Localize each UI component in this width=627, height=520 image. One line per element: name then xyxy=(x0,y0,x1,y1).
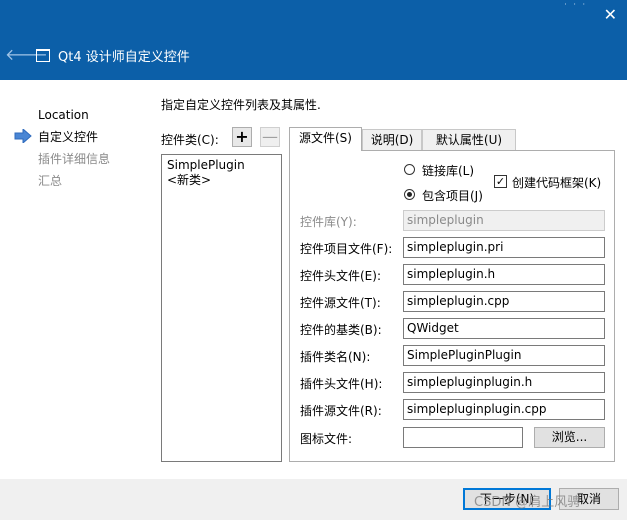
tab-default-properties[interactable]: 默认属性(U) xyxy=(422,129,516,150)
icon-file-label: 图标文件: xyxy=(300,432,353,446)
step-location: Location xyxy=(38,108,89,122)
widget-classes-label: 控件类(C): xyxy=(161,133,219,147)
title-bar: · · · ✕ 🡐 Qt4 设计师自定义控件 xyxy=(0,0,627,80)
tab-description[interactable]: 说明(D) xyxy=(362,129,422,150)
list-item[interactable]: SimplePlugin xyxy=(167,158,276,173)
include-project-label: 包含项目(J) xyxy=(422,189,483,203)
plugin-class-label: 插件类名(N): xyxy=(300,350,371,364)
title-bar-drag-dots: · · · xyxy=(564,0,587,9)
step-custom-widgets: 自定义控件 xyxy=(38,130,99,144)
base-class-label: 控件的基类(B): xyxy=(300,323,382,337)
library-label: 控件库(Y): xyxy=(300,215,357,229)
browse-button[interactable]: 浏览... xyxy=(534,427,605,448)
list-item[interactable]: <新类> xyxy=(167,173,276,188)
library-field: simpleplugin xyxy=(403,210,605,231)
current-step-arrow-icon xyxy=(14,129,32,143)
plugin-header-label: 插件头文件(H): xyxy=(300,377,383,391)
header-file-label: 控件头文件(E): xyxy=(300,269,381,283)
link-library-label: 链接库(L) xyxy=(422,164,475,178)
icon-file-field[interactable] xyxy=(403,427,523,448)
wizard-window-icon xyxy=(36,49,50,62)
base-class-field[interactable]: QWidget xyxy=(403,318,605,339)
remove-class-button[interactable]: — xyxy=(260,127,280,147)
page-description: 指定自定义控件列表及其属性. xyxy=(161,98,321,112)
add-class-button[interactable]: + xyxy=(232,127,252,147)
create-skeleton-checkbox[interactable]: ✓ xyxy=(494,175,507,188)
link-library-radio[interactable] xyxy=(404,164,415,175)
source-file-field[interactable]: simpleplugin.cpp xyxy=(403,291,605,312)
plugin-source-label: 插件源文件(R): xyxy=(300,404,382,418)
wizard-title: Qt4 设计师自定义控件 xyxy=(58,50,190,65)
watermark: CSDN @肩上风骋 xyxy=(474,495,581,510)
source-file-label: 控件源文件(T): xyxy=(300,296,381,310)
plugin-header-field[interactable]: simplepluginplugin.h xyxy=(403,372,605,393)
close-icon[interactable]: ✕ xyxy=(604,5,617,25)
step-plugin-details: 插件详细信息 xyxy=(38,152,111,166)
header-file-field[interactable]: simpleplugin.h xyxy=(403,264,605,285)
create-skeleton-label: 创建代码框架(K) xyxy=(512,176,602,190)
project-file-label: 控件项目文件(F): xyxy=(300,242,393,256)
tab-source-files[interactable]: 源文件(S) xyxy=(289,127,362,151)
widget-class-list[interactable]: SimplePlugin <新类> xyxy=(161,154,282,462)
wizard-steps: Location 自定义控件 插件详细信息 汇总 xyxy=(14,104,111,192)
plugin-source-field[interactable]: simplepluginplugin.cpp xyxy=(403,399,605,420)
include-project-radio[interactable] xyxy=(404,189,415,200)
plugin-class-field[interactable]: SimplePluginPlugin xyxy=(403,345,605,366)
project-file-field[interactable]: simpleplugin.pri xyxy=(403,237,605,258)
step-summary: 汇总 xyxy=(38,174,63,188)
